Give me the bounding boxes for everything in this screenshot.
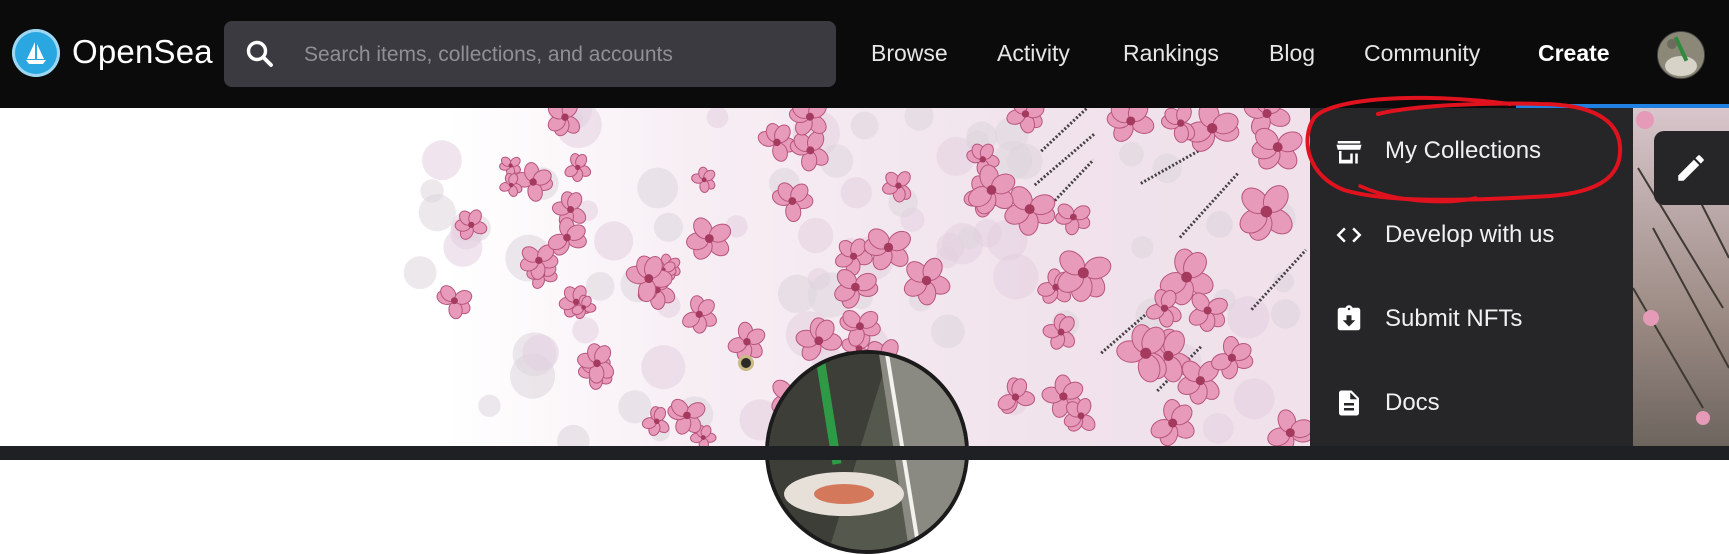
menu-item-submit-nfts[interactable]: Submit NFTs xyxy=(1310,280,1633,360)
opensea-logo-icon[interactable] xyxy=(12,29,60,77)
red-annotation-circle xyxy=(1305,95,1623,204)
nav-blog[interactable]: Blog xyxy=(1269,40,1315,67)
user-avatar[interactable] xyxy=(1657,31,1705,79)
nav-activity[interactable]: Activity xyxy=(997,40,1070,67)
menu-item-label: Submit NFTs xyxy=(1385,305,1523,332)
menu-item-docs[interactable]: Docs xyxy=(1310,364,1633,444)
menu-item-label: Docs xyxy=(1385,389,1440,416)
nav-browse[interactable]: Browse xyxy=(871,40,948,67)
nav-community[interactable]: Community xyxy=(1364,40,1480,67)
clipboard-download-icon xyxy=(1337,305,1361,331)
document-icon xyxy=(1339,390,1359,416)
pencil-icon xyxy=(1678,155,1704,181)
edit-banner-button[interactable] xyxy=(1654,131,1729,205)
search-bar[interactable] xyxy=(224,21,836,87)
banner-marker-dot xyxy=(738,355,754,371)
brand-name[interactable]: OpenSea xyxy=(72,33,213,71)
nav-rankings[interactable]: Rankings xyxy=(1123,40,1219,67)
search-icon xyxy=(246,40,273,67)
menu-item-label: Develop with us xyxy=(1385,221,1555,248)
page-bottom-bar xyxy=(0,446,1729,460)
nav-create[interactable]: Create xyxy=(1538,40,1610,67)
search-input[interactable] xyxy=(302,35,806,75)
code-icon xyxy=(1336,227,1362,243)
